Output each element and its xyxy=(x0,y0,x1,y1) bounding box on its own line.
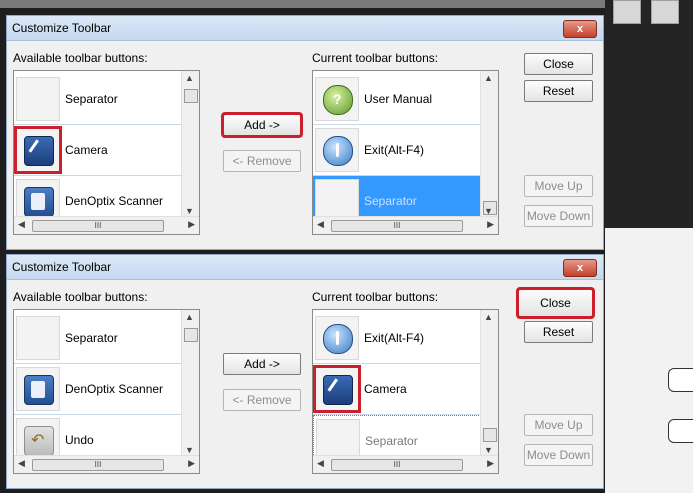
item-label: DenOptix Scanner xyxy=(65,382,164,396)
background-panel xyxy=(605,228,693,493)
window-close-icon[interactable]: x xyxy=(563,259,597,277)
horizontal-scrollbar[interactable]: ◀ III ▶ xyxy=(313,455,498,473)
dialog-title: Customize Toolbar xyxy=(12,260,112,274)
available-item-separator[interactable]: Separator xyxy=(14,74,199,125)
blank-icon xyxy=(16,316,60,360)
item-label: Separator xyxy=(364,194,417,208)
horizontal-scrollbar[interactable]: ◀ III ▶ xyxy=(14,216,199,234)
vertical-scrollbar[interactable]: ▲ ▼ xyxy=(480,71,498,218)
title-bar: Customize Toolbar x xyxy=(7,255,603,280)
current-item-exit[interactable]: Exit(Alt-F4) xyxy=(313,125,498,176)
dialog-title: Customize Toolbar xyxy=(12,21,112,35)
blank-icon xyxy=(16,77,60,121)
move-down-button[interactable]: Move Down xyxy=(524,205,593,227)
remove-button[interactable]: <- Remove xyxy=(223,150,301,172)
available-item-camera[interactable]: Camera xyxy=(14,125,199,176)
item-label: Undo xyxy=(65,433,94,447)
available-list[interactable]: Separator Camera DenOptix Scanner ▲ ▼ ◀ II… xyxy=(13,70,200,235)
reset-button[interactable]: Reset xyxy=(524,80,593,102)
background-rounded-button[interactable] xyxy=(668,368,693,392)
customize-toolbar-dialog-1: Customize Toolbar x Available toolbar bu… xyxy=(6,15,604,250)
available-list[interactable]: Separator DenOptix Scanner Undo ▲▼ ◀III▶ xyxy=(13,309,200,474)
background-tool-button[interactable] xyxy=(651,0,679,24)
item-label: Camera xyxy=(65,143,108,157)
available-item-separator[interactable]: Separator xyxy=(14,313,199,364)
reset-button[interactable]: Reset xyxy=(524,321,593,343)
item-label: Separator xyxy=(365,434,418,448)
horizontal-scrollbar[interactable]: ◀ III ▶ xyxy=(313,216,498,234)
current-item-camera[interactable]: Camera xyxy=(313,364,498,415)
scanner-icon xyxy=(16,367,60,411)
camera-icon xyxy=(313,365,361,413)
available-label: Available toolbar buttons: xyxy=(13,51,148,65)
move-down-button[interactable]: Move Down xyxy=(524,444,593,466)
current-item-exit[interactable]: Exit(Alt-F4) xyxy=(313,313,498,364)
item-label: DenOptix Scanner xyxy=(65,194,164,208)
exit-icon xyxy=(315,128,359,172)
current-label: Current toolbar buttons: xyxy=(312,290,439,304)
vertical-scrollbar[interactable]: ▲ ▼ xyxy=(181,71,199,218)
close-button[interactable]: Close xyxy=(524,53,593,75)
background-tool-button[interactable] xyxy=(613,0,641,24)
horizontal-scrollbar[interactable]: ◀ III ▶ xyxy=(14,455,199,473)
item-label: Exit(Alt-F4) xyxy=(364,331,424,345)
customize-toolbar-dialog-2: Customize Toolbar x Available toolbar bu… xyxy=(6,254,604,489)
available-label: Available toolbar buttons: xyxy=(13,290,148,304)
add-button[interactable]: Add -> xyxy=(223,353,301,375)
remove-button[interactable]: <- Remove xyxy=(223,389,301,411)
item-label: Exit(Alt-F4) xyxy=(364,143,424,157)
exit-icon xyxy=(315,316,359,360)
title-bar: Customize Toolbar x xyxy=(7,16,603,41)
current-label: Current toolbar buttons: xyxy=(312,51,439,65)
vertical-scrollbar[interactable]: ▲ ▼ xyxy=(181,310,199,457)
item-label: User Manual xyxy=(364,92,433,106)
move-up-button[interactable]: Move Up xyxy=(524,414,593,436)
camera-icon xyxy=(14,126,62,174)
item-label: Separator xyxy=(65,331,118,345)
available-item-denoptix-scanner[interactable]: DenOptix Scanner xyxy=(14,364,199,415)
current-list[interactable]: Exit(Alt-F4) Camera Separator ▲ ▼ ◀ III ▶ xyxy=(312,309,499,474)
item-label: Camera xyxy=(364,382,407,396)
vertical-scrollbar[interactable]: ▲ ▼ xyxy=(480,310,498,457)
close-button[interactable]: Close xyxy=(516,287,595,319)
current-list[interactable]: User Manual Exit(Alt-F4) Separator ▲▼ ◀I… xyxy=(312,70,499,235)
background-rounded-button[interactable] xyxy=(668,419,693,443)
move-up-button[interactable]: Move Up xyxy=(524,175,593,197)
background-app-toolbar xyxy=(0,0,693,8)
add-button[interactable]: Add -> xyxy=(221,112,303,138)
help-icon xyxy=(315,77,359,121)
current-item-user-manual[interactable]: User Manual xyxy=(313,74,498,125)
window-close-icon[interactable]: x xyxy=(563,20,597,38)
item-label: Separator xyxy=(65,92,118,106)
